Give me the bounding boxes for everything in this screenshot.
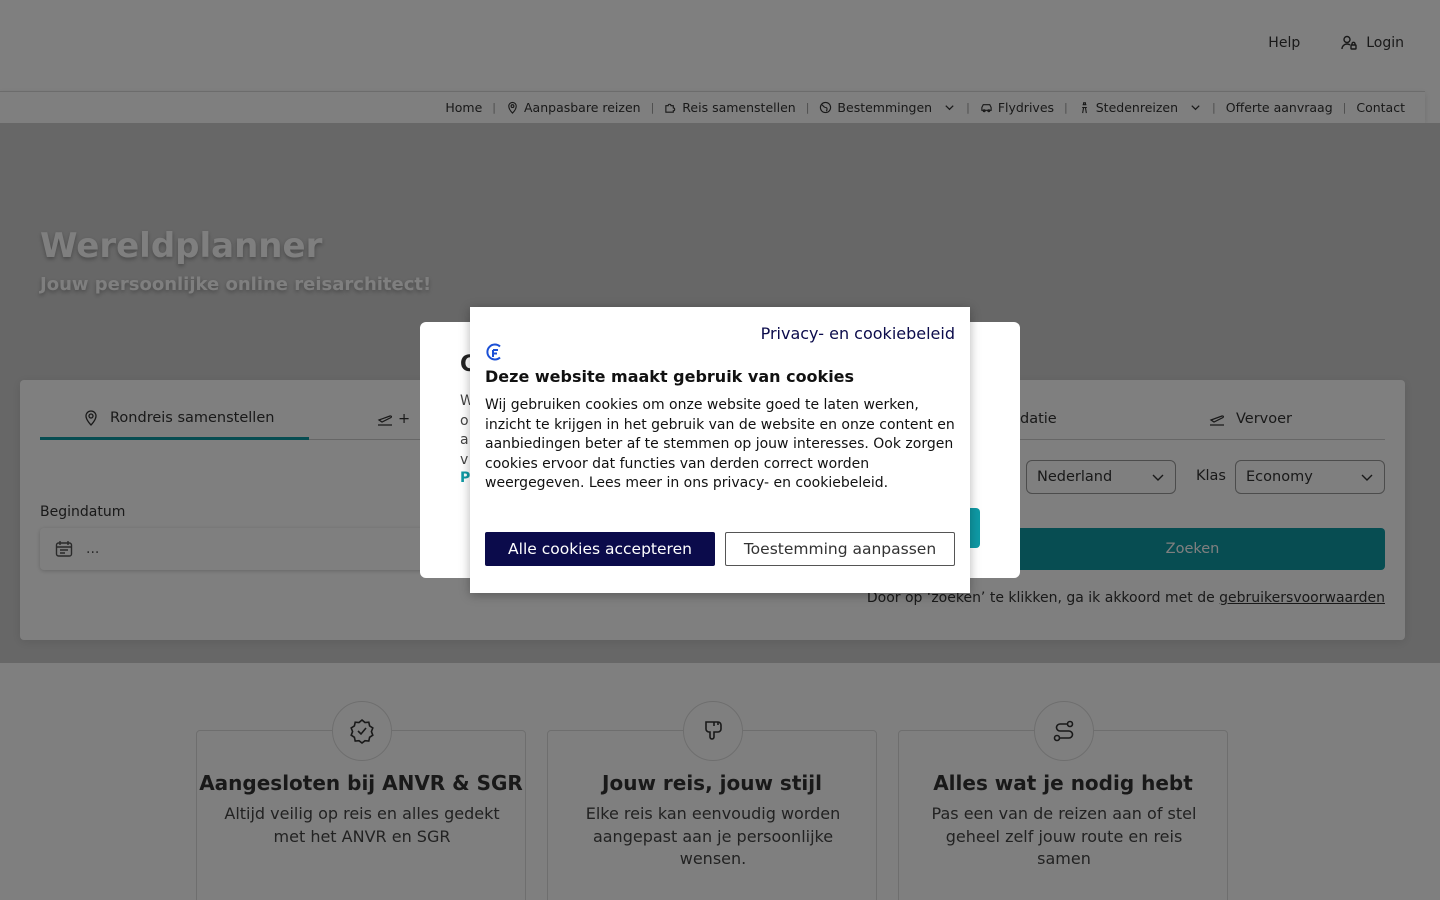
cookie-title: Deze website maakt gebruik van cookies bbox=[485, 367, 855, 386]
customize-consent-button[interactable]: Toestemming aanpassen bbox=[725, 532, 955, 566]
cookie-logo-icon bbox=[486, 343, 501, 361]
cookie-consent-modal: Privacy- en cookiebeleid Deze website ma… bbox=[470, 307, 970, 593]
privacy-policy-link[interactable]: Privacy- en cookiebeleid bbox=[761, 324, 955, 343]
cookie-text: Wij gebruiken cookies om onze website go… bbox=[485, 397, 955, 491]
accept-all-cookies-button[interactable]: Alle cookies accepteren bbox=[485, 532, 715, 566]
